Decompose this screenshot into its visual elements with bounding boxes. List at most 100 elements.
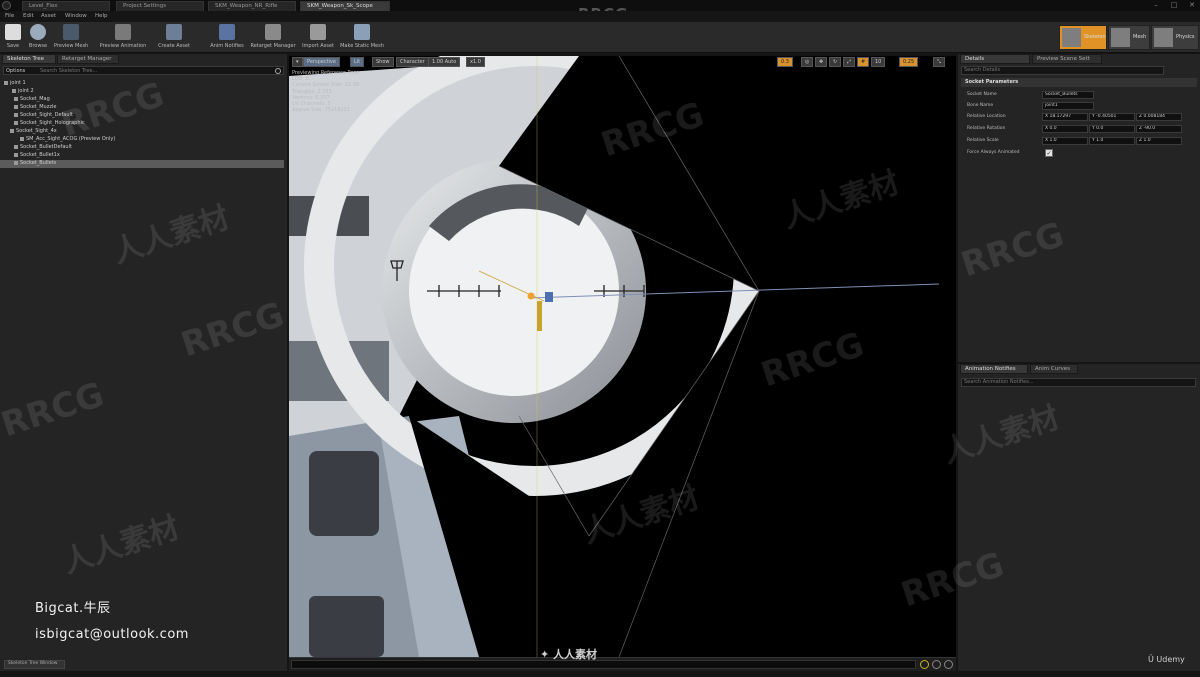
pause-icon[interactable] [932, 660, 941, 669]
rotation-x-field[interactable]: X 0.0 [1042, 125, 1088, 133]
perspective-button[interactable]: Perspective [303, 57, 340, 67]
socket-icon [14, 144, 18, 149]
rotation-z-field[interactable]: Z -90.0 [1136, 125, 1182, 133]
socket-icon [14, 152, 18, 157]
move-icon[interactable]: ✥ [815, 57, 828, 67]
tree-item-selected[interactable]: Socket_Bullets [0, 160, 284, 168]
tree-item[interactable]: joint 2 [0, 88, 284, 96]
tab-animation-notifies[interactable]: Animation Notifies [960, 364, 1028, 374]
rotation-snap-button[interactable]: 10 [871, 57, 886, 67]
save-icon [5, 24, 21, 40]
preview-mesh-button[interactable]: Preview Mesh [54, 23, 88, 52]
tree-item[interactable]: Socket_Bullet1x [0, 152, 284, 160]
location-z-field[interactable]: Z 0.008184 [1136, 113, 1182, 121]
running-figure-icon [115, 24, 131, 40]
scale-icon[interactable]: ⤢ [843, 57, 856, 67]
menu-asset[interactable]: Asset [41, 13, 56, 19]
tree-item[interactable]: Socket_Mag [0, 96, 284, 104]
import-asset-button[interactable]: Import Asset [300, 23, 336, 52]
viewport-options-button[interactable]: ▾ [292, 57, 303, 67]
skeleton-search-input[interactable]: Options Search Skeleton Tree... [3, 66, 284, 75]
socket-icon [14, 104, 18, 109]
menu-file[interactable]: File [5, 13, 14, 19]
anim-notifies-search-input[interactable]: Search Animation Notifies... [961, 378, 1196, 387]
scale-y-field[interactable]: Y 1.0 [1089, 137, 1135, 145]
playback-speed-button[interactable]: 1.00 Auto [428, 57, 461, 67]
maximize-icon[interactable]: □ [1166, 1, 1182, 10]
show-button[interactable]: Show [372, 57, 394, 67]
tab-skeleton-tree[interactable]: Skeleton Tree [2, 54, 56, 64]
tab-anim-curves[interactable]: Anim Curves [1030, 364, 1078, 374]
menu-help[interactable]: Help [95, 13, 108, 19]
character-button[interactable]: Character [396, 57, 429, 67]
socket-parameters-header[interactable]: Socket Parameters [961, 78, 1197, 87]
force-always-animated-row: Force Always Animated ✓ [967, 149, 1053, 157]
viewport-stats: Previewing Reference Pose LOD: 0 Current… [292, 70, 360, 114]
preview-animation-button[interactable]: Preview Animation [98, 23, 148, 52]
socket-gizmo[interactable] [537, 301, 542, 331]
tree-item[interactable]: SM_Acc_Sight_ACOG (Preview Only) [0, 136, 284, 144]
options-dropdown[interactable]: Options [6, 68, 25, 74]
tab-preview-scene[interactable]: Preview Scene Sett [1032, 54, 1102, 64]
tab-weapon-rifle[interactable]: SKM_Weapon_NR_Rifle [208, 1, 296, 11]
tab-retarget-manager[interactable]: Retarget Manager [57, 54, 119, 64]
tab-project-settings[interactable]: Project Settings [116, 1, 204, 11]
socket-gizmo[interactable] [545, 292, 553, 302]
tab-weapon-scope[interactable]: SKM_Weapon_Sk_Scope [300, 1, 390, 11]
maximize-viewport-icon[interactable]: ⤡ [933, 57, 946, 67]
viewport[interactable]: ▾ Perspective Lit Show Character 1.00 Au… [289, 56, 956, 657]
details-search-input[interactable]: Search Details [961, 66, 1164, 75]
rotate-icon[interactable]: ↻ [829, 57, 842, 67]
create-asset-button[interactable]: Create Asset [156, 23, 192, 52]
mode-physics-button[interactable]: Physics [1151, 25, 1199, 50]
mode-skeleton-button[interactable]: Skeleton [1059, 25, 1107, 50]
retarget-manager-icon [265, 24, 281, 40]
scale-x-field[interactable]: X 1.0 [1042, 137, 1088, 145]
location-x-field[interactable]: X 18.17297 [1042, 113, 1088, 121]
record-icon[interactable] [920, 660, 929, 669]
skeleton-tree-panel: Skeleton Tree Retarget Manager Options S… [0, 54, 287, 671]
tab-details[interactable]: Details [960, 54, 1030, 64]
menu-edit[interactable]: Edit [23, 13, 34, 19]
tree-item[interactable]: Socket_Sight_Default [0, 112, 284, 120]
tab-level[interactable]: Level_Flex [22, 1, 110, 11]
browse-button[interactable]: Browse [26, 23, 50, 52]
bone-name-field[interactable]: joint1 [1042, 102, 1094, 110]
tree-item[interactable]: Socket_Muzzle [0, 104, 284, 112]
mode-mesh-button[interactable]: Mesh [1108, 25, 1150, 50]
socket-icon [14, 112, 18, 117]
menu-window[interactable]: Window [65, 13, 87, 19]
scale-z-field[interactable]: Z 1.0 [1136, 137, 1182, 145]
save-button[interactable]: Save [3, 23, 23, 52]
grid-snap-icon[interactable]: # [857, 57, 870, 67]
relative-location-row: Relative Location X 18.17297 Y -0.40501 … [961, 112, 1197, 122]
scale-button[interactable]: x1.0 [466, 57, 485, 67]
skeleton-icon [1062, 28, 1081, 47]
rotation-y-field[interactable]: Y 0.0 [1089, 125, 1135, 133]
author-name: Bigcat.牛辰 [35, 601, 111, 616]
force-always-animated-checkbox[interactable]: ✓ [1045, 149, 1053, 157]
anim-notifies-button[interactable]: Anim Notifies [208, 23, 246, 52]
socket-marker[interactable] [527, 292, 535, 300]
timeline-scrubber[interactable] [291, 660, 916, 669]
tree-item[interactable]: Socket_Sight_Holographic [0, 120, 284, 128]
close-icon[interactable]: ✕ [1184, 1, 1200, 10]
world-local-icon[interactable]: ◎ [801, 57, 814, 67]
translate-snap-button[interactable]: 0.3 [777, 57, 793, 67]
tree-item[interactable]: Socket_Sight_4x [0, 128, 284, 136]
play-icon[interactable] [944, 660, 953, 669]
minimize-icon[interactable]: – [1148, 1, 1164, 10]
location-y-field[interactable]: Y -0.40501 [1089, 113, 1135, 121]
retarget-manager-button[interactable]: Retarget Manager [249, 23, 297, 52]
make-static-mesh-button[interactable]: Make Static Mesh [338, 23, 386, 52]
center-watermark-logo: ✦ 人人素材 [540, 648, 598, 661]
scale-snap-button[interactable]: 0.25 [899, 57, 919, 67]
socket-name-field[interactable]: Socket_Bullets [1042, 91, 1094, 99]
lit-button[interactable]: Lit [350, 57, 365, 67]
tree-item[interactable]: Socket_BulletDefault [0, 144, 284, 152]
tree-item[interactable]: joint 1 [0, 80, 284, 88]
bone-name-row: Bone Name joint1 [961, 101, 1197, 111]
bone-icon [12, 88, 16, 93]
socket-icon [14, 120, 18, 125]
skeleton-tree-window-button[interactable]: Skeleton Tree Window [4, 660, 65, 669]
